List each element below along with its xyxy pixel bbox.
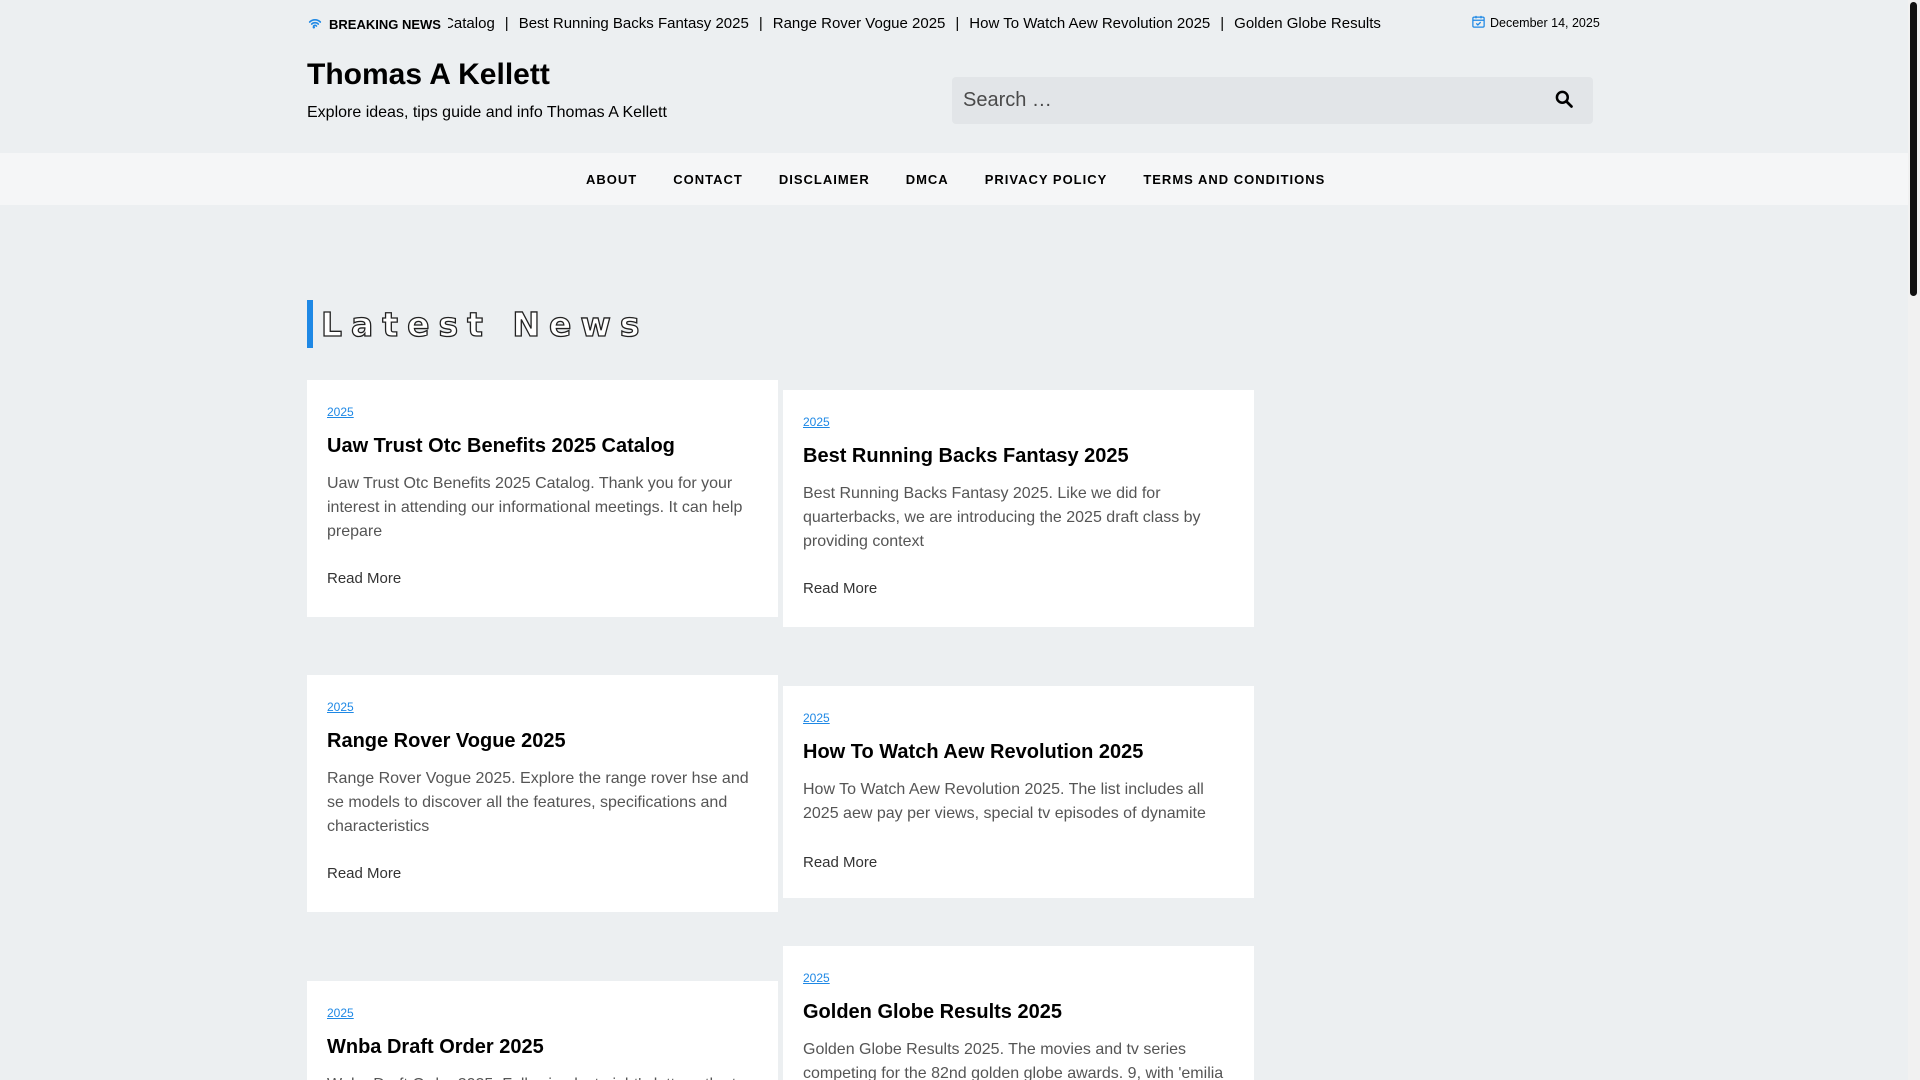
read-more-link[interactable]: Read More xyxy=(327,570,401,587)
nav-item-terms-and-conditions[interactable]: TERMS AND CONDITIONS xyxy=(1125,172,1343,187)
ticker-item[interactable]: Range Rover Vogue 2025 xyxy=(773,15,946,32)
ticker-separator: | xyxy=(758,15,763,32)
news-ticker: Uaw Trust Otc Benefits 2025 Catalog | Best… xyxy=(448,12,1383,36)
read-more-link[interactable]: Read More xyxy=(803,580,877,597)
post-excerpt: Range Rover Vogue 2025. Explore the rang… xyxy=(327,770,749,835)
post-card: 2025 Uaw Trust Otc Benefits 2025 Catalog U… xyxy=(307,380,778,617)
read-more-link[interactable]: Read More xyxy=(327,865,401,882)
site-header: Thomas A Kellett Explore ideas, tips gui… xyxy=(0,48,1908,153)
ticker-item[interactable]: Uaw Trust Otc Benefits 2025 Catalog xyxy=(448,15,495,32)
ticker-separator: | xyxy=(504,15,509,32)
post-excerpt: How To Watch Aew Revolution 2025. The li… xyxy=(803,781,1206,822)
page-scrollbar[interactable] xyxy=(1908,0,1920,1080)
post-card: 2025 How To Watch Aew Revolution 2025 How … xyxy=(783,686,1254,898)
search-icon xyxy=(1554,89,1574,114)
top-bar: BREAKING NEWS Uaw Trust Otc Benefits 202… xyxy=(0,0,1908,48)
post-card: 2025 Best Running Backs Fantasy 2025 Best … xyxy=(783,390,1254,627)
calendar-check-icon xyxy=(1471,14,1486,32)
post-title[interactable]: Uaw Trust Otc Benefits 2025 Catalog xyxy=(327,435,757,458)
site-description: Explore ideas, tips guide and info Thoma… xyxy=(307,104,667,121)
scrollbar-thumb[interactable] xyxy=(1910,2,1917,296)
search-input[interactable] xyxy=(952,77,1532,124)
wifi-icon xyxy=(307,15,323,34)
nav-menu: ABOUT CONTACT DISCLAIMER DMCA PRIVACY POLICY… xyxy=(568,153,1343,205)
post-category-link[interactable]: 2025 xyxy=(803,415,830,429)
nav-item-about[interactable]: ABOUT xyxy=(568,172,655,187)
ticker-item[interactable]: Best Running Backs Fantasy 2025 xyxy=(519,15,749,32)
post-title[interactable]: Range Rover Vogue 2025 xyxy=(327,730,757,753)
post-excerpt: Golden Globe Results 2025. The movies an… xyxy=(803,1041,1224,1080)
post-category-link[interactable]: 2025 xyxy=(327,405,354,419)
ticker-item[interactable]: How To Watch Aew Revolution 2025 xyxy=(969,15,1210,32)
post-excerpt: Uaw Trust Otc Benefits 2025 Catalog. Tha… xyxy=(327,475,743,540)
post-excerpt: Wnba Draft Order 2025. Following last ni… xyxy=(327,1073,757,1080)
post-excerpt: Best Running Backs Fantasy 2025. Like we… xyxy=(803,485,1201,550)
post-title[interactable]: Wnba Draft Order 2025 xyxy=(327,1036,757,1059)
post-title[interactable]: Golden Globe Results 2025 xyxy=(803,1001,1233,1024)
breaking-news-label: BREAKING NEWS xyxy=(307,14,441,34)
site-title[interactable]: Thomas A Kellett xyxy=(307,58,550,92)
post-card: 2025 Wnba Draft Order 2025 Wnba Draft Orde… xyxy=(307,981,778,1080)
current-date: December 14, 2025 xyxy=(1471,13,1600,33)
post-category-link[interactable]: 2025 xyxy=(803,971,830,985)
section-title: Latest News xyxy=(320,304,649,344)
post-card: 2025 Range Rover Vogue 2025 Range Rover Vo… xyxy=(307,675,778,912)
nav-item-disclaimer[interactable]: DISCLAIMER xyxy=(761,172,888,187)
ticker-separator: | xyxy=(955,15,960,32)
nav-item-privacy-policy[interactable]: PRIVACY POLICY xyxy=(967,172,1126,187)
main-navigation: ABOUT CONTACT DISCLAIMER DMCA PRIVACY POLICY… xyxy=(0,153,1908,205)
breaking-news-text: BREAKING NEWS xyxy=(329,16,441,32)
post-category-link[interactable]: 2025 xyxy=(803,711,830,725)
nav-item-contact[interactable]: CONTACT xyxy=(655,172,761,187)
search-form xyxy=(952,77,1593,124)
post-title[interactable]: How To Watch Aew Revolution 2025 xyxy=(803,741,1233,764)
section-heading: Latest News xyxy=(307,300,649,348)
ticker-separator: | xyxy=(1220,15,1225,32)
post-title[interactable]: Best Running Backs Fantasy 2025 xyxy=(803,445,1233,468)
search-button[interactable] xyxy=(1551,88,1577,114)
post-card: 2025 Golden Globe Results 2025 Golden Glob… xyxy=(783,946,1254,1080)
date-text: December 14, 2025 xyxy=(1490,16,1600,30)
ticker-track: Uaw Trust Otc Benefits 2025 Catalog | Best… xyxy=(448,12,1383,36)
post-category-link[interactable]: 2025 xyxy=(327,1006,354,1020)
nav-item-dmca[interactable]: DMCA xyxy=(888,172,967,187)
read-more-link[interactable]: Read More xyxy=(803,854,877,871)
ticker-item[interactable]: Golden Globe Results 2025 xyxy=(1234,15,1383,32)
post-category-link[interactable]: 2025 xyxy=(327,700,354,714)
